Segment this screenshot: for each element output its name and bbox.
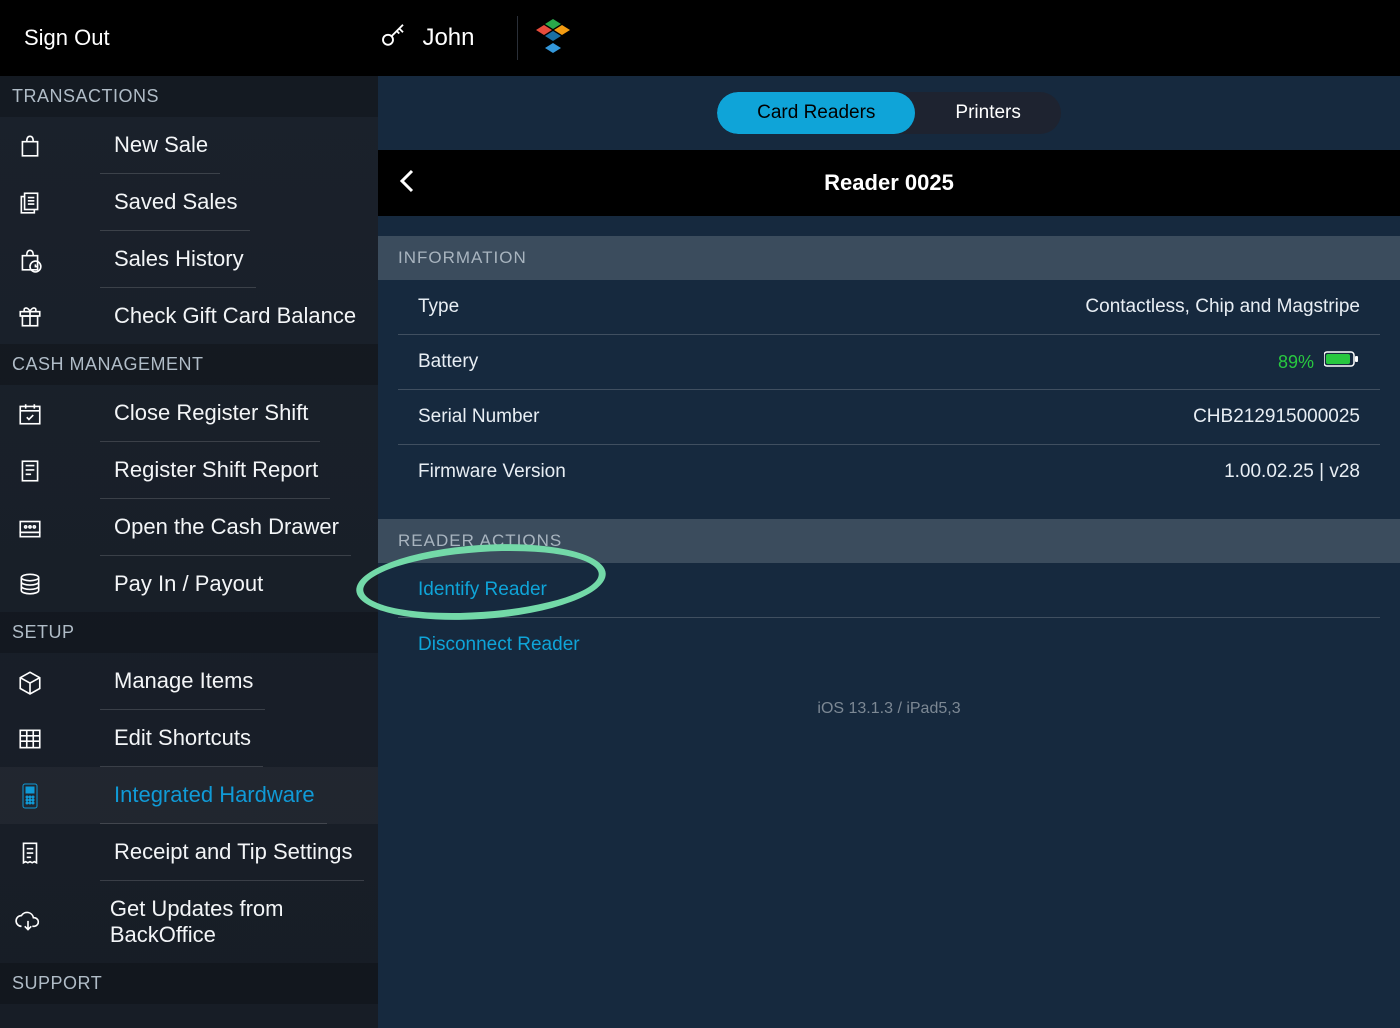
label-type: Type: [418, 296, 459, 318]
sidebar-item-new-sale[interactable]: New Sale: [0, 117, 378, 174]
value-type: Contactless, Chip and Magstripe: [1085, 296, 1360, 318]
sidebar-item-sales-history[interactable]: Sales History: [0, 231, 378, 288]
value-serial: CHB212915000025: [1193, 406, 1360, 428]
sidebar-label: Register Shift Report: [100, 442, 330, 499]
box-icon: [0, 669, 50, 695]
value-battery: 89%: [1278, 352, 1314, 373]
label-battery: Battery: [418, 351, 478, 373]
main-content: Card Readers Printers Reader 0025 INFORM…: [378, 76, 1400, 1028]
detail-title: Reader 0025: [378, 170, 1400, 196]
row-type: Type Contactless, Chip and Magstripe: [398, 280, 1380, 335]
sidebar-label: New Sale: [100, 117, 220, 174]
sidebar-label: Close Register Shift: [100, 385, 320, 442]
cash-drawer-icon: [0, 515, 50, 541]
tab-card-readers[interactable]: Card Readers: [717, 92, 915, 134]
receipt-icon: [0, 840, 50, 866]
user-menu[interactable]: John: [378, 21, 474, 56]
key-icon: [378, 21, 408, 56]
tab-printers[interactable]: Printers: [915, 92, 1060, 134]
sidebar-item-gift-card[interactable]: Check Gift Card Balance: [0, 288, 378, 344]
row-firmware: Firmware Version 1.00.02.25 | v28: [398, 445, 1380, 499]
label-serial: Serial Number: [418, 406, 539, 428]
cloud-download-icon: [0, 909, 46, 935]
report-icon: [0, 458, 50, 484]
sidebar-item-close-shift[interactable]: Close Register Shift: [0, 385, 378, 442]
divider: [517, 16, 518, 60]
sidebar-label: Receipt and Tip Settings: [100, 824, 364, 881]
calendar-check-icon: [0, 401, 50, 427]
app-logo-icon: [536, 19, 570, 57]
bag-icon: [0, 133, 50, 159]
sidebar-label: Sales History: [100, 231, 256, 288]
top-bar: Sign Out John: [0, 0, 1400, 76]
sidebar-item-open-drawer[interactable]: Open the Cash Drawer: [0, 499, 378, 556]
sidebar-label: Integrated Hardware: [100, 767, 327, 824]
device-info: iOS 13.1.3 / iPad5,3: [378, 672, 1400, 746]
grid-icon: [0, 726, 50, 752]
sidebar-item-receipt-tip[interactable]: Receipt and Tip Settings: [0, 824, 378, 881]
sidebar-item-manage-items[interactable]: Manage Items: [0, 653, 378, 710]
value-firmware: 1.00.02.25 | v28: [1224, 461, 1360, 483]
sidebar-item-shift-report[interactable]: Register Shift Report: [0, 442, 378, 499]
sidebar-label: Check Gift Card Balance: [100, 288, 368, 344]
back-button[interactable]: [398, 167, 416, 200]
sidebar-item-integrated-hardware[interactable]: Integrated Hardware: [0, 767, 378, 824]
terminal-icon: [0, 782, 50, 810]
sidebar-item-saved-sales[interactable]: Saved Sales: [0, 174, 378, 231]
sidebar-item-edit-shortcuts[interactable]: Edit Shortcuts: [0, 710, 378, 767]
user-name: John: [422, 24, 474, 52]
bag-clock-icon: [0, 247, 50, 273]
tab-bar: Card Readers Printers: [378, 76, 1400, 150]
action-disconnect-reader[interactable]: Disconnect Reader: [398, 618, 1380, 672]
sidebar-label: Manage Items: [100, 653, 265, 710]
sign-out-button[interactable]: Sign Out: [24, 25, 110, 51]
sidebar-label: Edit Shortcuts: [100, 710, 263, 767]
detail-title-bar: Reader 0025: [378, 150, 1400, 216]
sidebar-item-payin-payout[interactable]: Pay In / Payout: [0, 556, 378, 612]
sidebar-label: Pay In / Payout: [100, 556, 275, 612]
label-firmware: Firmware Version: [418, 461, 566, 483]
section-header-support: SUPPORT: [0, 963, 378, 1004]
battery-icon: [1324, 351, 1360, 373]
sidebar-label: Saved Sales: [100, 174, 250, 231]
sidebar-label: Open the Cash Drawer: [100, 499, 351, 556]
gift-icon: [0, 303, 50, 329]
section-header-cash: CASH MANAGEMENT: [0, 344, 378, 385]
coins-icon: [0, 571, 50, 597]
sidebar: TRANSACTIONS New Sale Saved Sales Sales …: [0, 76, 378, 1028]
section-header-information: INFORMATION: [378, 236, 1400, 280]
sidebar-item-get-updates[interactable]: Get Updates from BackOffice: [0, 881, 378, 963]
section-header-transactions: TRANSACTIONS: [0, 76, 378, 117]
documents-icon: [0, 190, 50, 216]
sidebar-label: Get Updates from BackOffice: [96, 881, 378, 963]
row-battery: Battery 89%: [398, 335, 1380, 390]
row-serial: Serial Number CHB212915000025: [398, 390, 1380, 445]
section-header-setup: SETUP: [0, 612, 378, 653]
